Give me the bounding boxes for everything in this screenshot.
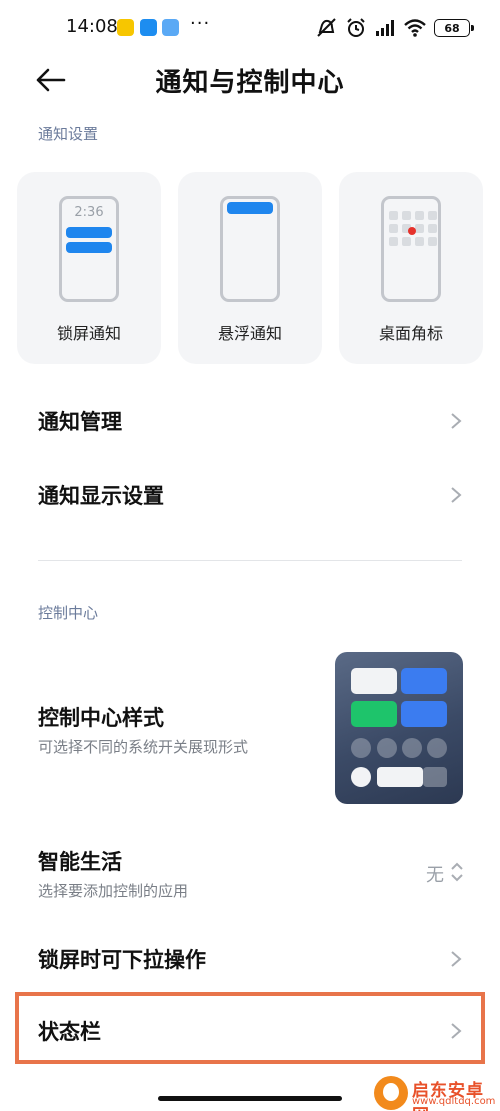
row-smart-life[interactable]: 智能生活 选择要添加控制的应用 无 <box>0 832 500 906</box>
watermark: 启东安卓网 www.qdltdq.com <box>374 1074 500 1111</box>
preview-toggle <box>377 738 397 758</box>
home-indicator[interactable] <box>158 1096 342 1101</box>
status-bar: 14:08 ··· 68 <box>0 0 500 56</box>
preview-slider <box>377 767 423 787</box>
section-label-control-center: 控制中心 <box>38 604 99 622</box>
watermark-url: www.qdltdq.com <box>412 1096 496 1107</box>
highlight-box <box>15 992 485 1064</box>
preview-tile <box>401 668 447 694</box>
notification-bar <box>66 227 112 238</box>
page-title: 通知与控制中心 <box>155 68 345 98</box>
battery-icon: 68 <box>434 19 474 37</box>
notification-bar <box>227 202 273 214</box>
preview-slider-track <box>423 767 447 787</box>
card-label: 悬浮通知 <box>217 324 282 343</box>
preview-tile <box>351 668 397 694</box>
chevron-right-icon <box>451 413 462 429</box>
more-notifications-icon: ··· <box>190 13 211 34</box>
card-label: 锁屏通知 <box>56 324 121 343</box>
row-title: 锁屏时可下拉操作 <box>38 948 206 972</box>
row-title: 通知管理 <box>38 410 122 434</box>
mute-icon <box>317 18 336 37</box>
signal-icon <box>376 20 394 36</box>
preview-toggle <box>351 738 371 758</box>
lockscreen-phone-illustration: 2:36 <box>59 196 119 302</box>
wifi-icon <box>404 19 426 37</box>
section-label-notification: 通知设置 <box>38 125 99 143</box>
chevron-right-icon <box>451 951 462 967</box>
row-subtitle: 可选择不同的系统开关展现形式 <box>38 738 249 756</box>
row-notification-management[interactable]: 通知管理 <box>0 398 500 444</box>
control-center-preview <box>335 652 463 804</box>
preview-tile <box>401 701 447 727</box>
status-time: 14:08 <box>66 16 118 37</box>
row-title: 通知显示设置 <box>38 484 164 508</box>
row-lockscreen-pulldown[interactable]: 锁屏时可下拉操作 <box>0 936 500 982</box>
alarm-icon <box>347 18 365 37</box>
row-subtitle: 选择要添加控制的应用 <box>38 882 189 900</box>
cloud-icon <box>162 19 179 36</box>
preview-tile <box>351 701 397 727</box>
meituan-icon <box>117 19 134 36</box>
card-lockscreen-notification[interactable]: 2:36 锁屏通知 <box>17 172 161 364</box>
floating-phone-illustration <box>220 196 280 302</box>
feishu-icon <box>140 19 157 36</box>
row-title: 控制中心样式 <box>38 706 164 730</box>
up-down-chevron-icon <box>451 862 463 882</box>
card-badge-notification[interactable]: 桌面角标 <box>339 172 483 364</box>
preview-toggle <box>427 738 447 758</box>
preview-toggle <box>351 767 371 787</box>
badge-phone-illustration <box>381 196 441 302</box>
card-label: 桌面角标 <box>378 324 443 343</box>
divider <box>38 560 462 561</box>
card-floating-notification[interactable]: 悬浮通知 <box>178 172 322 364</box>
row-title: 智能生活 <box>38 850 122 874</box>
preview-toggle <box>402 738 422 758</box>
watermark-logo-icon <box>374 1076 408 1110</box>
row-notification-display[interactable]: 通知显示设置 <box>0 472 500 518</box>
badge-dot-icon <box>408 227 416 235</box>
chevron-right-icon <box>451 487 462 503</box>
smart-life-value: 无 <box>426 865 444 886</box>
preview-time: 2:36 <box>74 205 104 220</box>
notification-bar <box>66 242 112 253</box>
status-indicators: 68 <box>316 16 474 40</box>
